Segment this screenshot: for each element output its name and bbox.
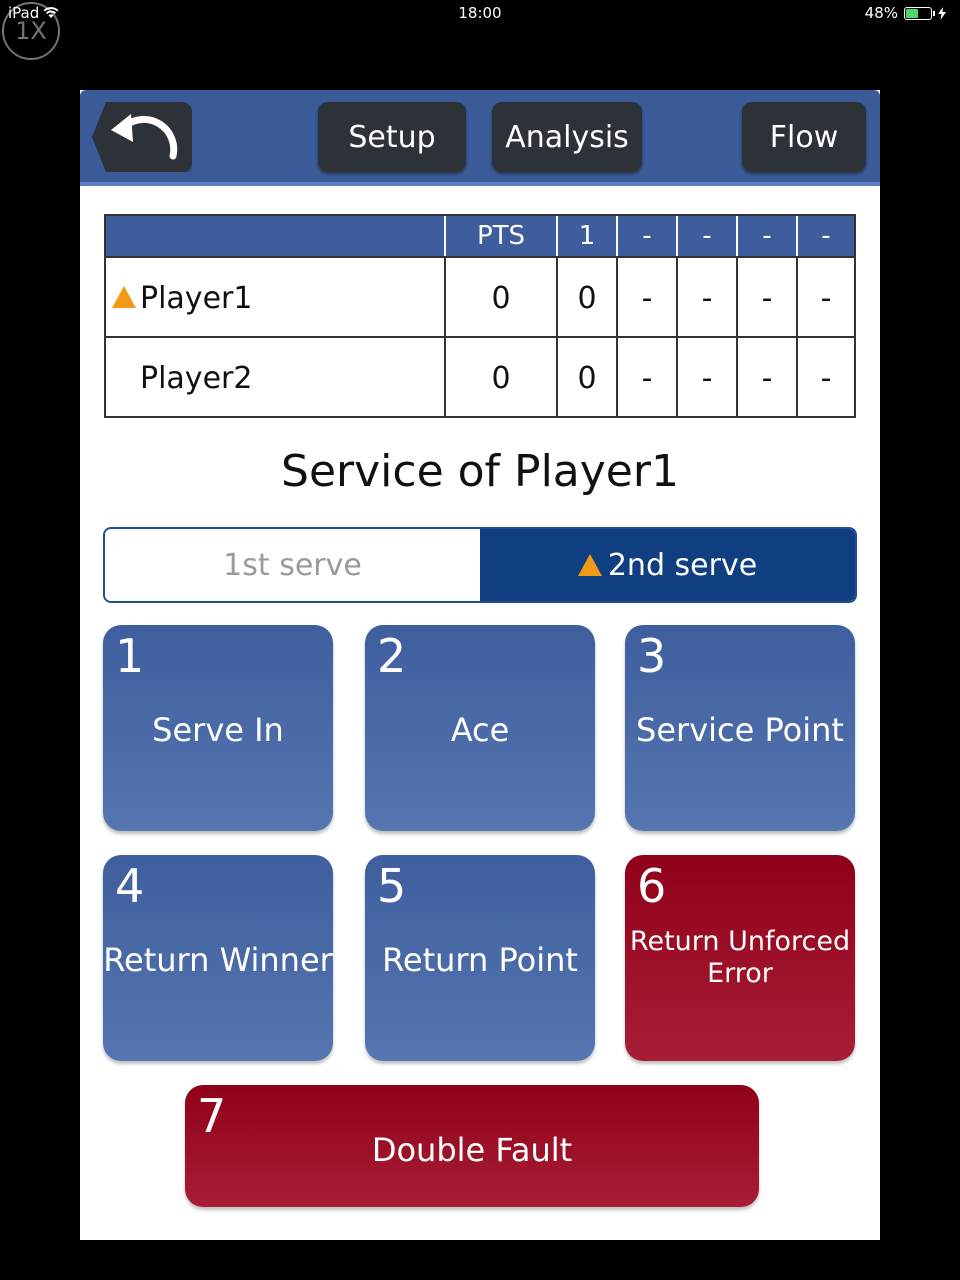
toolbar: Setup Analysis Flow [80, 90, 880, 186]
action-label: Return Winner [103, 940, 333, 979]
app-window: Setup Analysis Flow PTS 1 - - - - Player… [80, 90, 880, 1240]
header-player [106, 216, 444, 256]
clock: 18:00 [458, 4, 502, 22]
header-set-3: - [676, 216, 736, 256]
second-serve-option[interactable]: 2nd serve [480, 529, 855, 601]
set-score: - [616, 338, 676, 418]
selected-serve-icon [577, 554, 602, 576]
serve-in-button[interactable]: 1 Serve In [103, 625, 333, 831]
scoreboard-header: PTS 1 - - - - [106, 216, 854, 256]
second-serve-label: 2nd serve [607, 547, 758, 583]
set-score: - [676, 258, 736, 338]
service-point-button[interactable]: 3 Service Point [625, 625, 855, 831]
service-title: Service of Player1 [281, 446, 679, 497]
header-pts: PTS [444, 216, 556, 256]
scoreboard: PTS 1 - - - - Player1 0 0 - - - - Player… [104, 214, 856, 418]
set-score: - [676, 338, 736, 418]
set-score: 0 [556, 338, 616, 418]
player-points: 0 [444, 258, 556, 338]
action-label: Ace [450, 710, 510, 749]
header-set-2: - [616, 216, 676, 256]
set-score: - [796, 258, 854, 338]
player-name: Player2 [140, 360, 253, 396]
return-unforced-error-button[interactable]: 6 Return Unforced Error [625, 855, 855, 1061]
charging-bolt-icon [938, 6, 946, 20]
battery-icon [904, 6, 935, 20]
serve-toggle: 1st serve 2nd serve [103, 527, 857, 603]
undo-arrow-icon [111, 114, 178, 160]
first-serve-option[interactable]: 1st serve [105, 529, 480, 601]
header-set-1: 1 [556, 216, 616, 256]
scoreboard-row-player2: Player2 0 0 - - - - [106, 336, 854, 418]
return-winner-button[interactable]: 4 Return Winner [103, 855, 333, 1061]
battery-percentage: 48% [864, 4, 898, 22]
double-fault-button[interactable]: 7 Double Fault [185, 1085, 759, 1207]
toolbar-divider [80, 182, 880, 186]
back-button[interactable] [92, 102, 192, 172]
analysis-button[interactable]: Analysis [492, 102, 642, 172]
set-score: - [736, 338, 796, 418]
header-set-5: - [796, 216, 854, 256]
action-label: Service Point [636, 710, 844, 749]
zoom-badge: 1X [2, 2, 60, 60]
set-score: - [736, 258, 796, 338]
player-name: Player1 [140, 280, 253, 316]
action-label: Return Unforced Error [629, 925, 851, 989]
scoreboard-row-player1: Player1 0 0 - - - - [106, 256, 854, 338]
player-points: 0 [444, 338, 556, 418]
set-score: - [616, 258, 676, 338]
set-score: - [796, 338, 854, 418]
ace-button[interactable]: 2 Ace [365, 625, 595, 831]
action-label: Double Fault [371, 1130, 573, 1169]
return-point-button[interactable]: 5 Return Point [365, 855, 595, 1061]
set-score: 0 [556, 258, 616, 338]
header-set-4: - [736, 216, 796, 256]
action-label: Return Point [382, 940, 578, 979]
status-bar: iPad 18:00 48% [0, 0, 960, 26]
flow-button[interactable]: Flow [742, 102, 866, 172]
action-label: Serve In [152, 710, 284, 749]
setup-button[interactable]: Setup [318, 102, 466, 172]
